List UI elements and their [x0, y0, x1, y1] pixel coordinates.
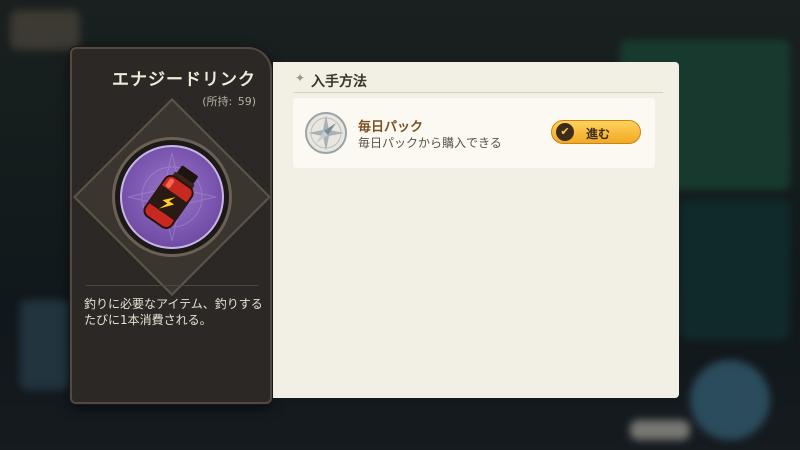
source-name: 毎日パック [358, 120, 424, 135]
owned-number: 59) [237, 95, 256, 108]
source-description: 毎日パックから購入できる [358, 136, 502, 150]
check-icon: ✔ [556, 123, 574, 141]
go-button[interactable]: ✔ 進む [551, 120, 641, 144]
energy-drink-bottle-icon [120, 145, 224, 249]
item-detail-card: エナジードリンク (所持: 59) 釣りに必要なアイテム、釣りするたびに1本消費… [70, 47, 272, 404]
sparkle-icon: ✦ [295, 71, 306, 85]
owned-count: (所持: 59) [202, 93, 256, 109]
panel-title: 入手方法 [311, 74, 367, 90]
owned-label: (所持: [202, 95, 233, 108]
item-description: 釣りに必要なアイテム、釣りするたびに1本消費される。 [84, 297, 263, 327]
compass-icon [305, 112, 347, 154]
list-item: 毎日パック 毎日パックから購入できる ✔ 進む [293, 98, 655, 168]
acquisition-panel: ✦ 入手方法 毎日パック 毎日パックから購入できる ✔ 進む [273, 62, 679, 398]
item-name: エナジードリンク [112, 70, 256, 90]
card-divider [86, 285, 258, 286]
panel-divider [293, 92, 663, 93]
go-button-label: 進む [586, 127, 611, 141]
